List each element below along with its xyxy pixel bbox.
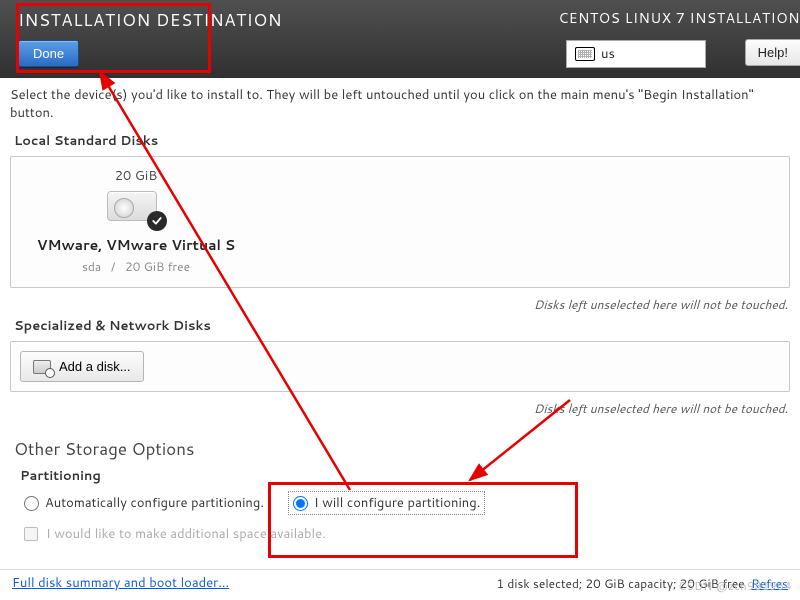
radio-auto-label: Automatically configure partitioning. (45, 494, 264, 512)
keyboard-icon (575, 47, 595, 61)
keyboard-layout-label: us (601, 45, 615, 63)
additional-space-option: I would like to make additional space av… (10, 525, 790, 543)
top-bar: INSTALLATION DESTINATION CENTOS LINUX 7 … (0, 0, 800, 78)
local-disks-hint: Disks left unselected here will not be t… (10, 296, 788, 313)
add-disk-button[interactable]: Add a disk... (20, 351, 144, 382)
add-disk-icon (33, 360, 51, 374)
disk-name: VMware, VMware Virtual S (31, 235, 241, 255)
radio-manual-partitioning[interactable]: I will configure partitioning. (293, 494, 480, 512)
checkmark-badge-icon (147, 211, 167, 231)
radio-manual-input[interactable] (293, 496, 308, 511)
full-disk-summary-link[interactable]: Full disk summary and boot loader... (12, 574, 229, 592)
other-storage-heading: Other Storage Options (14, 437, 790, 461)
main-content: Select the device(s) you'd like to insta… (0, 78, 800, 543)
add-disk-label: Add a disk... (59, 359, 131, 374)
watermark: CSDN @zch981964 (678, 578, 792, 594)
installer-title: CENTOS LINUX 7 INSTALLATION (558, 8, 800, 28)
radio-auto-input[interactable] (24, 496, 39, 511)
specialized-disks-hint: Disks left unselected here will not be t… (10, 400, 788, 417)
disk-subtitle: sda / 20 GiB free (31, 258, 241, 275)
checkbox-extra-space (24, 527, 38, 541)
intro-text: Select the device(s) you'd like to insta… (10, 87, 790, 122)
disk-icon (107, 191, 165, 227)
radio-auto-partitioning[interactable]: Automatically configure partitioning. (24, 494, 264, 512)
specialized-disks-panel: Add a disk... (10, 341, 790, 392)
done-button[interactable]: Done (18, 40, 79, 67)
partitioning-radio-group: Automatically configure partitioning. I … (10, 491, 790, 515)
specialized-disks-heading: Specialized & Network Disks (14, 317, 790, 335)
partitioning-label: Partitioning (20, 467, 790, 485)
local-disks-heading: Local Standard Disks (14, 132, 790, 150)
disk-item[interactable]: 20 GiB VMware, VMware Virtual S sda / 20… (31, 167, 241, 275)
local-disks-panel: 20 GiB VMware, VMware Virtual S sda / 20… (10, 156, 790, 288)
checkbox-extra-space-label: I would like to make additional space av… (46, 525, 326, 543)
keyboard-layout-indicator[interactable]: us (566, 40, 706, 68)
help-button[interactable]: Help! (745, 39, 800, 66)
radio-manual-label: I will configure partitioning. (314, 494, 480, 512)
disk-capacity: 20 GiB (31, 167, 241, 185)
